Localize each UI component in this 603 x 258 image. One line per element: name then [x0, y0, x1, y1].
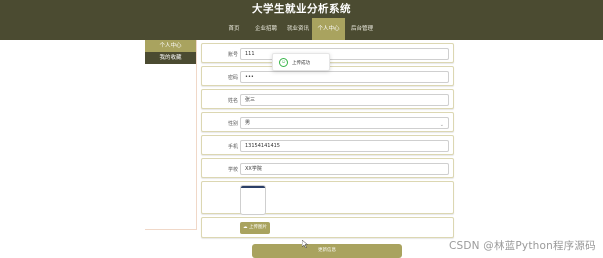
sidebar-item-favorites[interactable]: 我的收藏	[145, 52, 196, 64]
nav-employment-news[interactable]: 就业资讯	[284, 18, 312, 40]
name-input[interactable]: 张三	[240, 94, 449, 106]
nav-personal-center[interactable]: 个人中心	[312, 18, 345, 40]
sidebar-item-personal-center[interactable]: 个人中心	[145, 40, 196, 52]
nav-company-jobs[interactable]: 企业招聘	[248, 18, 284, 40]
avatar-preview	[240, 185, 266, 215]
gender-row: 性别 男 ⌄	[201, 112, 454, 132]
gender-label: 性别	[227, 121, 238, 127]
password-input[interactable]: •••	[240, 71, 449, 83]
phone-row: 手机 13154141415	[201, 135, 454, 155]
gender-value: 男	[245, 120, 251, 126]
update-info-button[interactable]: 更新信息	[252, 244, 402, 258]
upload-row: ☁ 上传图片	[201, 217, 454, 238]
school-input[interactable]: XX学院	[240, 163, 449, 175]
nav-home[interactable]: 首页	[220, 18, 248, 40]
password-label: 密码	[227, 75, 238, 81]
sidebar: 个人中心 我的收藏	[145, 40, 197, 230]
upload-image-button[interactable]: ☁ 上传图片	[240, 222, 270, 234]
gender-select[interactable]: 男 ⌄	[240, 117, 449, 129]
mouse-cursor-icon	[302, 240, 308, 248]
toast-message: 上传成功	[292, 61, 310, 66]
upload-success-toast: ☺ 上传成功	[272, 53, 330, 71]
name-label: 姓名	[227, 98, 238, 104]
upload-button-label: 上传图片	[248, 225, 267, 230]
phone-label: 手机	[227, 144, 238, 150]
avatar-row	[201, 181, 454, 215]
nav-admin[interactable]: 后台管理	[345, 18, 379, 40]
watermark: CSDN @林蓝Python程序源码	[449, 240, 596, 252]
chevron-down-icon: ⌄	[439, 122, 444, 128]
account-label: 账号	[227, 52, 238, 58]
school-row: 学校 XX学院	[201, 158, 454, 178]
top-header: 大学生就业分析系统 首页 企业招聘 就业资讯 个人中心 后台管理	[0, 0, 603, 40]
main-nav: 首页 企业招聘 就业资讯 个人中心 后台管理	[220, 18, 379, 40]
smile-icon: ☺	[279, 58, 288, 67]
phone-input[interactable]: 13154141415	[240, 140, 449, 152]
name-row: 姓名 张三	[201, 89, 454, 109]
site-title: 大学生就业分析系统	[252, 3, 351, 15]
cloud-upload-icon: ☁	[243, 225, 248, 230]
school-label: 学校	[227, 167, 238, 173]
profile-image-placeholder	[241, 186, 265, 188]
